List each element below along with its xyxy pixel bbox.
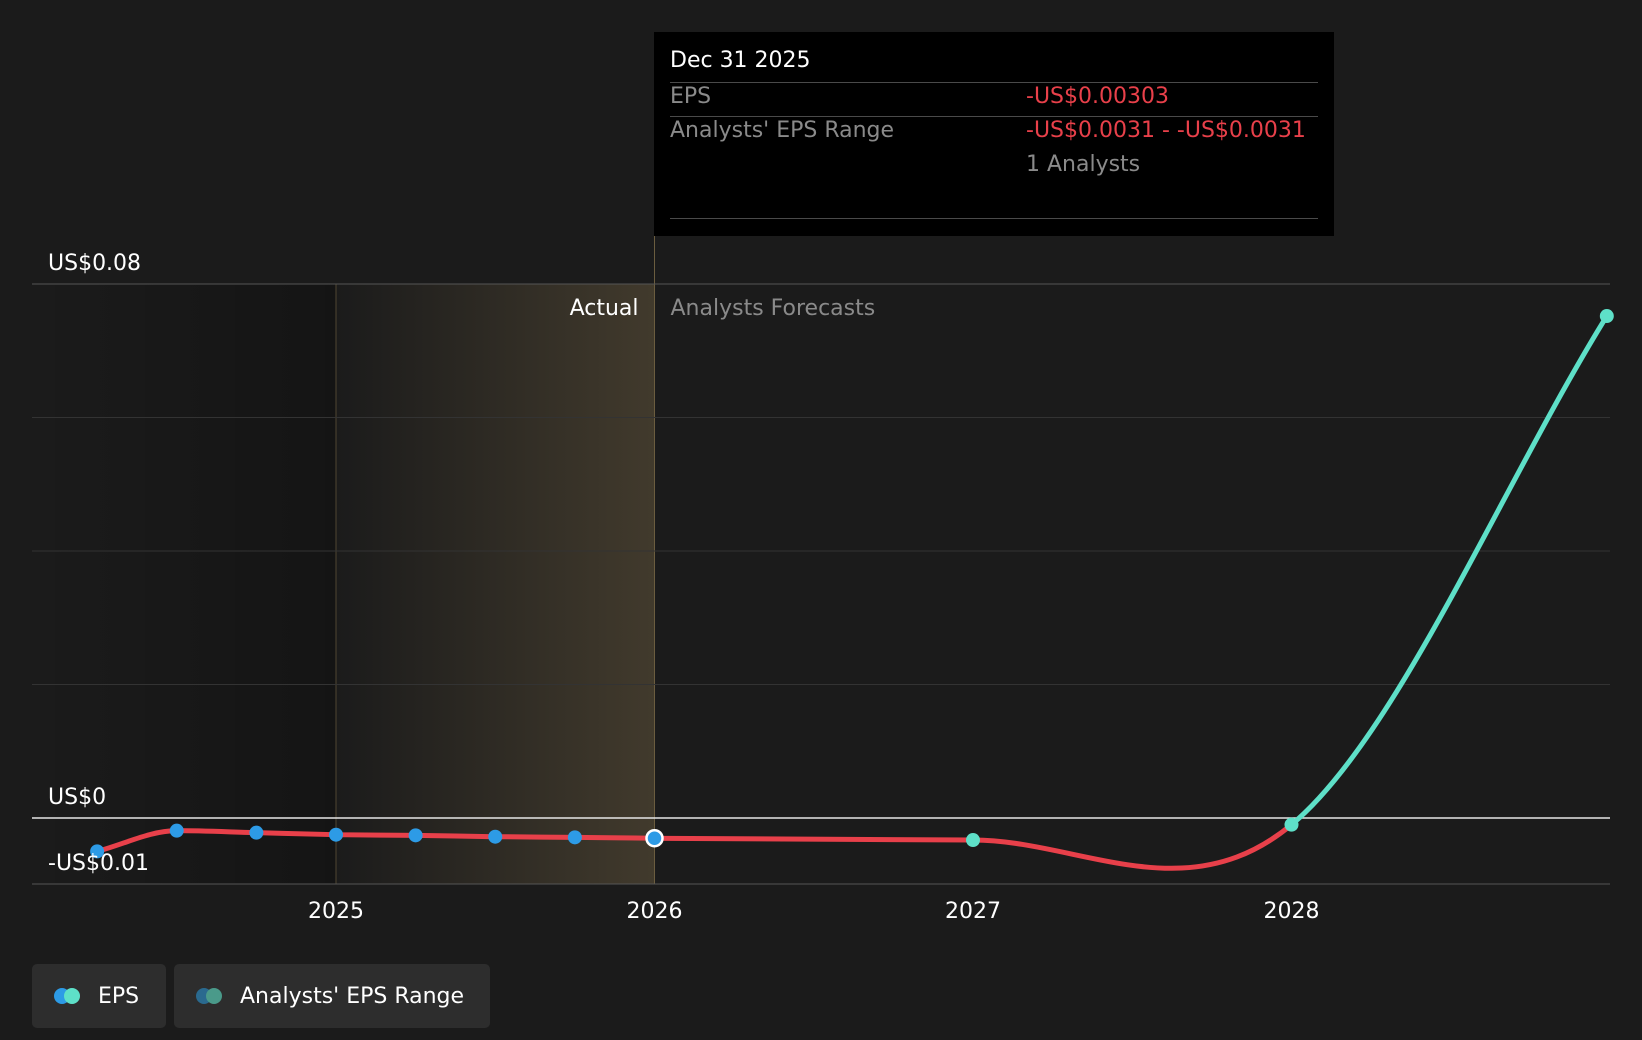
tooltip-divider — [670, 116, 1318, 117]
actual-label: Actual — [570, 296, 639, 321]
legend-label: Analysts' EPS Range — [240, 983, 465, 1009]
eps-actual-point — [567, 830, 582, 845]
tooltip-eps-value: -US$0.00303 — [1026, 84, 1169, 109]
eps-forecast-point — [1284, 817, 1299, 832]
legend-item-eps-range[interactable]: Analysts' EPS Range — [174, 964, 490, 1028]
eps-forecast-point — [966, 833, 980, 848]
tooltip-eps-label: EPS — [670, 84, 712, 109]
x-tick-label: 2027 — [945, 899, 1001, 924]
tooltip: Dec 31 2025 EPS -US$0.00303 Analysts' EP… — [654, 32, 1334, 236]
eps-actual-point — [249, 825, 264, 840]
tooltip-divider — [670, 82, 1318, 83]
tooltip-date: Dec 31 2025 — [670, 48, 811, 73]
eps-actual-point — [408, 828, 423, 843]
eps-forecast-positive-line — [1289, 313, 1610, 828]
y-tick-label: US$0 — [48, 785, 106, 810]
eps-actual-point — [169, 823, 184, 838]
x-tick-label: 2028 — [1264, 899, 1320, 924]
x-tick-label: 2025 — [308, 899, 364, 924]
eps-actual-point — [488, 829, 503, 844]
actual-region — [336, 284, 655, 884]
legend-dots-icon — [196, 988, 230, 1004]
y-tick-label: US$0.08 — [48, 251, 141, 276]
y-tick-label: -US$0.01 — [48, 851, 149, 876]
tooltip-range-value: -US$0.0031 - -US$0.0031 — [1026, 118, 1306, 143]
legend-item-eps[interactable]: EPS — [32, 964, 166, 1028]
legend-dots-icon — [54, 988, 88, 1004]
tooltip-divider — [670, 218, 1318, 219]
eps-chart-widget: US$0.08 US$0 -US$0.01 2025 2026 2027 2028 Actua… — [0, 0, 1642, 1040]
eps-forecast-point — [1599, 309, 1614, 324]
tooltip-range-label: Analysts' EPS Range — [670, 118, 895, 143]
tooltip-analysts-count: 1 Analysts — [1026, 152, 1141, 177]
legend-label: EPS — [98, 983, 140, 1009]
eps-point-highlighted — [645, 828, 664, 848]
eps-actual-point — [329, 827, 343, 842]
x-tick-label: 2026 — [627, 899, 683, 924]
forecast-label: Analysts Forecasts — [671, 296, 876, 321]
